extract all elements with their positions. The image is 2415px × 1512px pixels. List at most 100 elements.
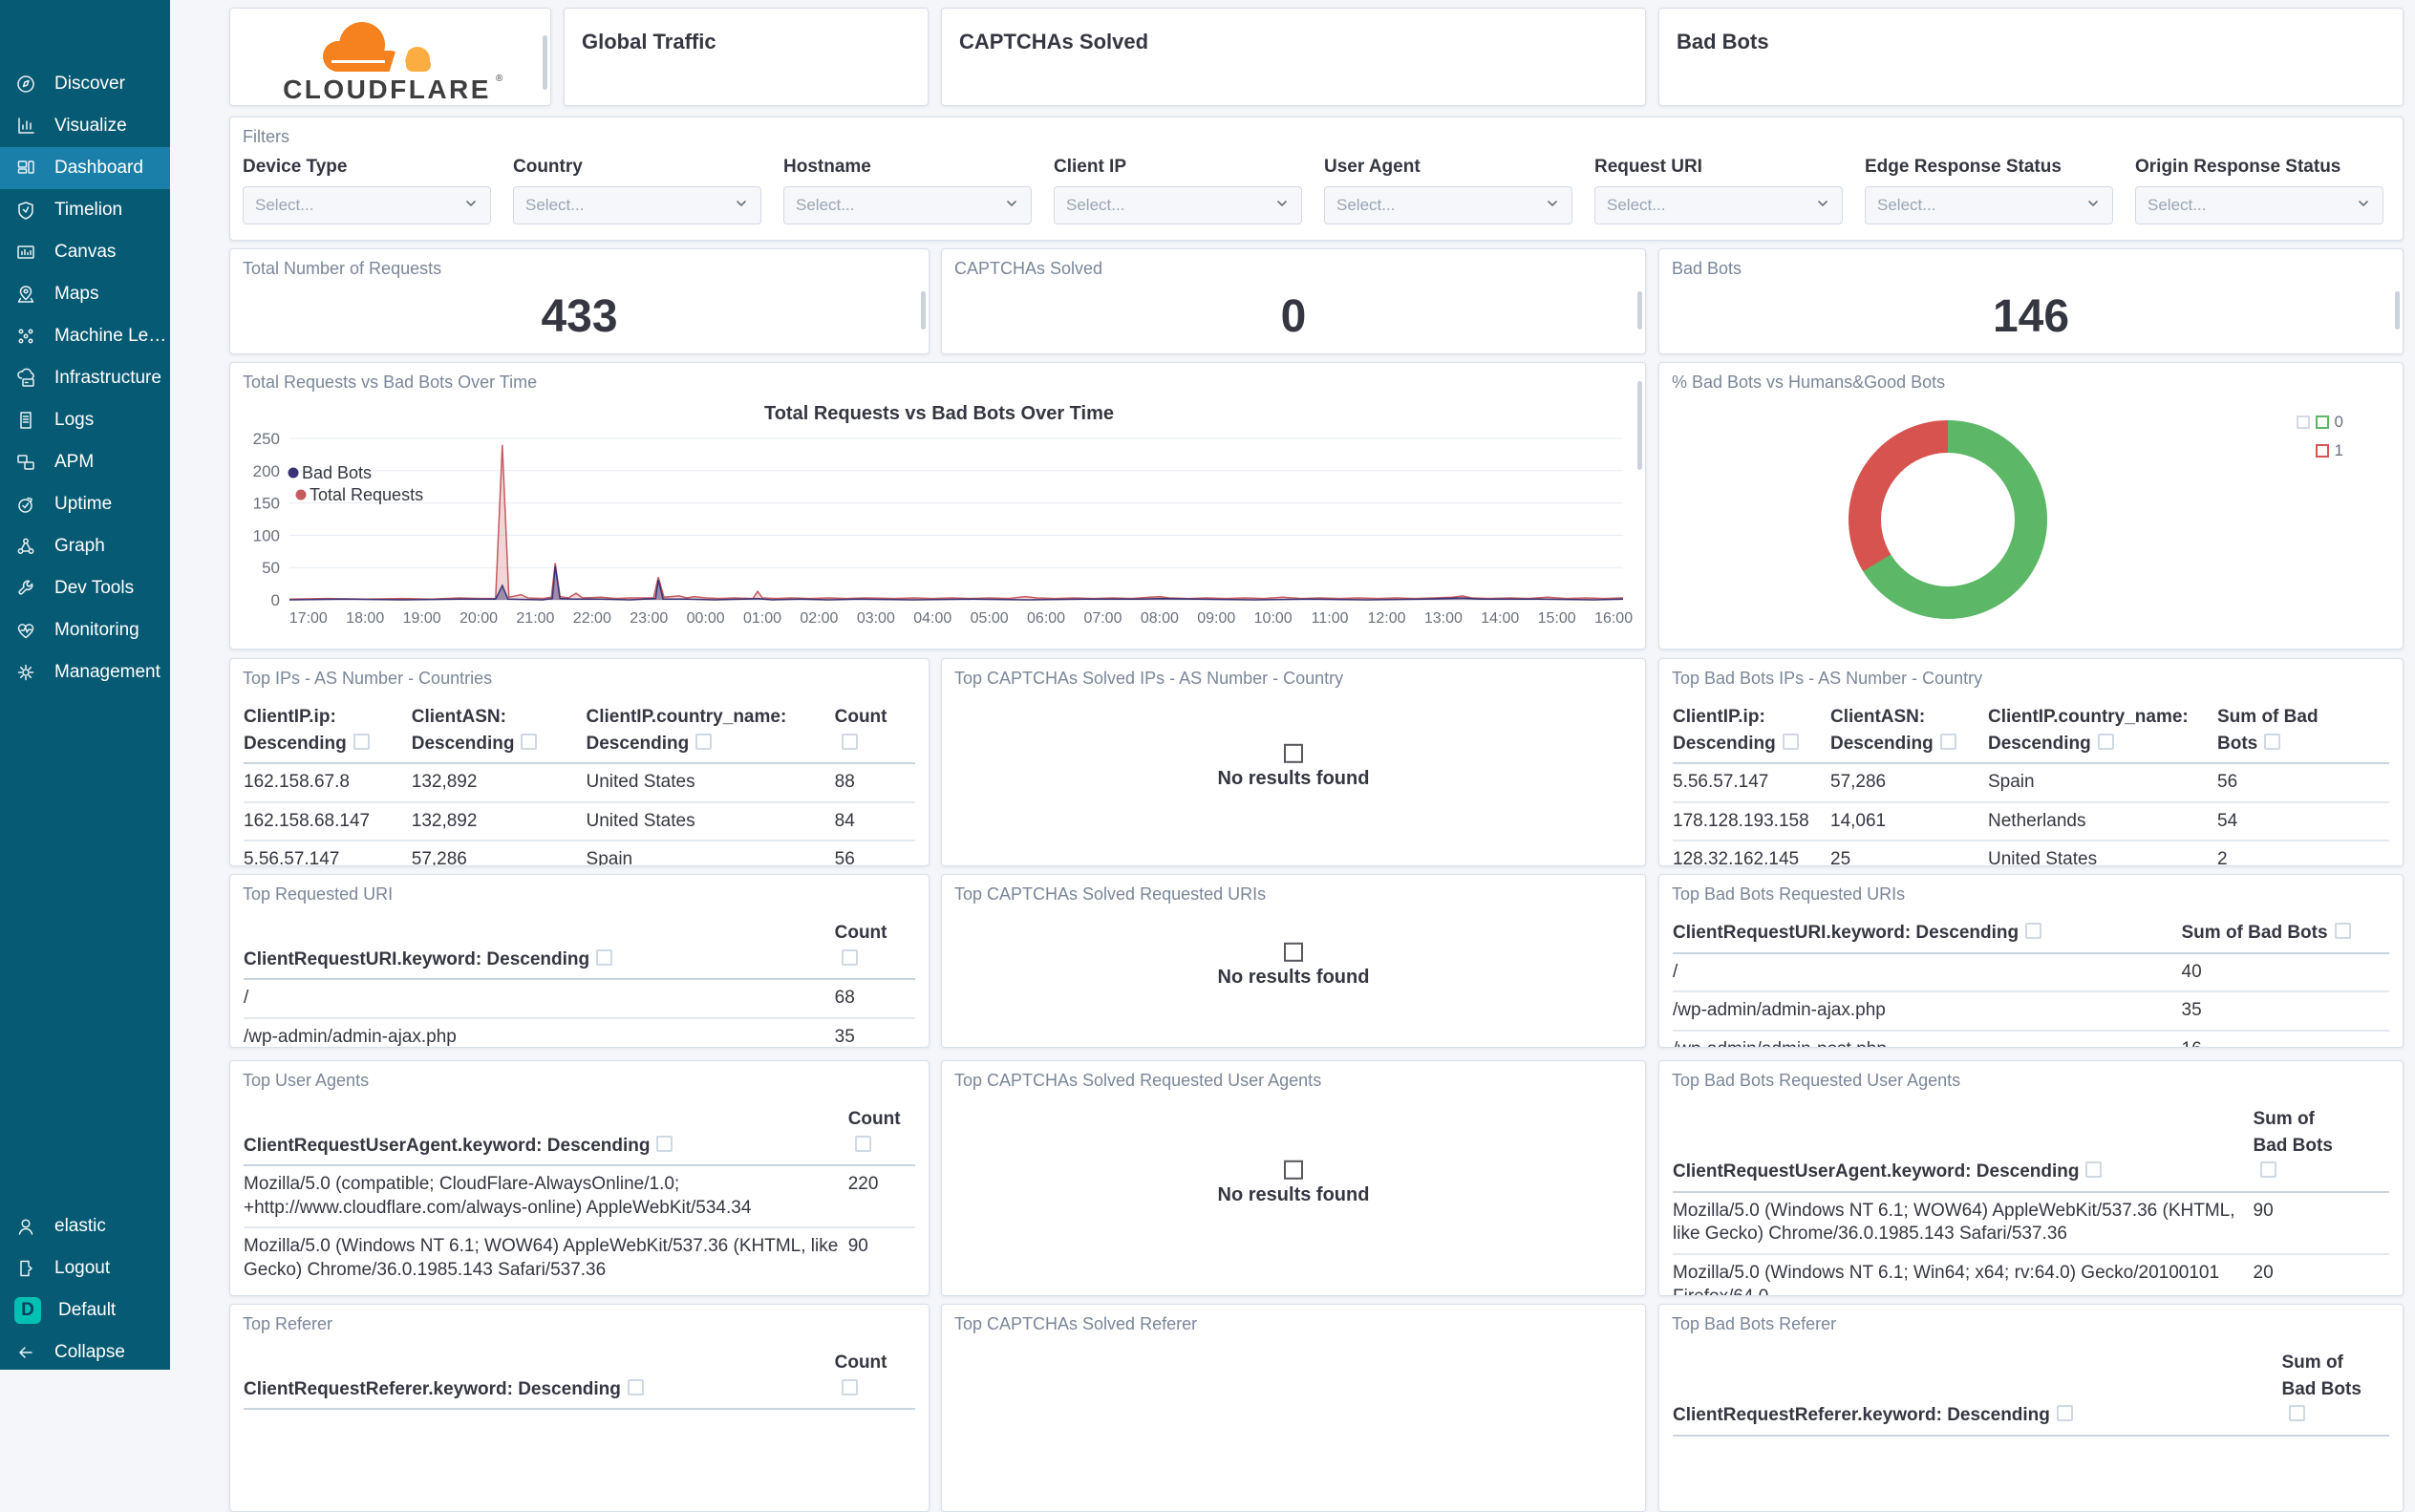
filter-select[interactable]: Select... <box>513 186 761 224</box>
x-axis-tick-label: 07:00 <box>1083 610 1122 627</box>
sidebar-item-default[interactable]: D Default <box>0 1289 170 1331</box>
no-results: No results found <box>942 743 1645 790</box>
sidebar-item-canvas[interactable]: Canvas <box>0 231 170 273</box>
column-header-1[interactable]: ClientRequestReferer.keyword: Descending <box>244 1376 835 1403</box>
series-line-bad-bots <box>289 565 1624 601</box>
column-header-3[interactable]: ClientIP.country_name: Descending <box>1988 704 2217 756</box>
legend-marker[interactable] <box>295 489 307 500</box>
column-header-3[interactable]: ClientIP.country_name: Descending <box>587 704 835 756</box>
sidebar-item-discover[interactable]: Discover <box>0 63 170 105</box>
filter-label: Device Type <box>243 157 348 177</box>
column-header-1[interactable]: ClientRequestURI.keyword: Descending <box>244 947 835 973</box>
column-header-2[interactable]: Count <box>835 920 915 972</box>
legend-label[interactable]: Bad Bots <box>302 463 372 482</box>
machine-learning-icon <box>14 325 37 348</box>
sidebar-item-dashboard[interactable]: Dashboard <box>0 147 170 189</box>
column-header-2[interactable]: Sum of Bad Bots <box>2282 1350 2390 1429</box>
donut-legend-entry-0[interactable]: 0 <box>2296 413 2343 432</box>
sidebar-item-graph[interactable]: Graph <box>0 525 170 567</box>
sidebar-item-monitoring[interactable]: Monitoring <box>0 609 170 651</box>
collapse-arrow-icon <box>14 1341 37 1364</box>
sidebar-item-logout[interactable]: Logout <box>0 1247 170 1289</box>
filter-select[interactable]: Select... <box>783 186 1032 224</box>
select-placeholder: Select... <box>796 196 855 214</box>
sidebar-item-machine-le[interactable]: Machine Le… <box>0 315 170 357</box>
column-header-1[interactable]: ClientIP.ip: Descending <box>244 704 412 756</box>
table-row: / 68 <box>244 980 915 1017</box>
top-requested-uri-panel: Top Requested URI ClientRequestURI.keywo… <box>229 874 930 1048</box>
panel-scrollbar[interactable] <box>543 35 547 90</box>
panel-title: Global Traffic <box>582 30 716 53</box>
filter-select[interactable]: Select... <box>2135 186 2383 224</box>
timelion-icon <box>14 199 37 222</box>
column-header-1[interactable]: ClientRequestURI.keyword: Descending <box>1673 920 2182 947</box>
column-header-2[interactable]: ClientASN: Descending <box>1830 704 1988 756</box>
table-cell: United States <box>586 772 695 793</box>
column-header-2[interactable]: Count <box>848 1106 915 1159</box>
table-row: /wp-admin/admin-ajax.php 35 <box>244 1016 915 1047</box>
table-cell: 128.32.162.145 <box>1673 849 1800 866</box>
table-cell: /wp-admin/admin-ajax.php <box>244 1026 457 1047</box>
sidebar-item-apm[interactable]: APM <box>0 441 170 483</box>
column-header-1[interactable]: ClientRequestUserAgent.keyword: Descendi… <box>1673 1159 2254 1185</box>
sort-checkbox-icon <box>2259 1161 2276 1179</box>
x-axis-tick-label: 00:00 <box>687 610 725 627</box>
column-header-2[interactable]: ClientASN: Descending <box>412 704 587 756</box>
filter-select[interactable]: Select... <box>1054 186 1302 224</box>
table-cell: 54 <box>2217 810 2238 831</box>
metric-value: 0 <box>1280 291 1307 342</box>
table-row: 5.56.57.147 57,286 Spain 56 <box>244 840 915 865</box>
table-cell: 2 <box>2217 849 2228 866</box>
sidebar-item-infrastructure[interactable]: Infrastructure <box>0 357 170 399</box>
filter-select[interactable]: Select... <box>1865 186 2113 224</box>
filter-label: Country <box>513 157 583 177</box>
sidebar-item-maps[interactable]: Maps <box>0 273 170 315</box>
table-row: 162.158.67.8 132,892 United States 88 <box>244 764 915 801</box>
filter-select[interactable]: Select... <box>1594 186 1843 224</box>
table-row: Mozilla/5.0 (compatible; CloudFlare-Alwa… <box>244 1166 915 1226</box>
column-header-2[interactable]: Sum of Bad Bots <box>2254 1106 2390 1185</box>
sidebar-item-management[interactable]: Management <box>0 651 170 693</box>
donut-chart[interactable] <box>1849 420 2047 619</box>
select-placeholder: Select... <box>255 196 314 214</box>
filter-request-uri: Request URI Select... <box>1594 157 1843 224</box>
filter-device-type: Device Type Select... <box>243 157 491 224</box>
column-header-label: ClientRequestURI.keyword: Descending <box>1673 923 2042 943</box>
sort-checkbox-icon <box>2097 733 2114 750</box>
top-bad-bots-user-agents-panel: Top Bad Bots Requested User Agents Clien… <box>1658 1060 2404 1296</box>
sidebar-item-label: elastic <box>54 1216 106 1236</box>
column-header-1[interactable]: ClientIP.ip: Descending <box>1673 704 1830 756</box>
table-cell: 40 <box>2181 961 2202 982</box>
column-header-4[interactable]: Count <box>835 704 915 756</box>
table-cell: 35 <box>834 1026 855 1047</box>
table-header-row: ClientRequestURI.keyword: Descending Sum … <box>1673 920 2389 954</box>
filter-select[interactable]: Select... <box>243 186 491 224</box>
panel-scrollbar[interactable] <box>1637 381 1642 470</box>
sidebar-item-timelion[interactable]: Timelion <box>0 189 170 231</box>
chart-title: Total Requests vs Bad Bots Over Time <box>764 403 1114 424</box>
panel-scrollbar[interactable] <box>1637 291 1642 330</box>
graph-icon <box>14 535 37 558</box>
legend-marker[interactable] <box>288 467 299 479</box>
sidebar-item-visualize[interactable]: Visualize <box>0 105 170 147</box>
x-axis-tick-label: 13:00 <box>1424 610 1463 627</box>
sidebar-item-uptime[interactable]: Uptime <box>0 483 170 525</box>
table-cell: / <box>244 988 249 1009</box>
column-header-2[interactable]: Sum of Bad Bots <box>2182 920 2390 947</box>
sidebar-item-logs[interactable]: Logs <box>0 399 170 441</box>
table-cell: 56 <box>2217 772 2238 793</box>
no-results-text: No results found <box>1217 767 1370 789</box>
donut-legend-entry-1[interactable]: 1 <box>2297 441 2343 460</box>
filter-select[interactable]: Select... <box>1324 186 1572 224</box>
sidebar-item-dev-tools[interactable]: Dev Tools <box>0 567 170 609</box>
column-header-1[interactable]: ClientRequestReferer.keyword: Descending <box>1673 1402 2282 1429</box>
column-header-4[interactable]: Sum of Bad Bots <box>2217 704 2389 756</box>
column-header-2[interactable]: Count <box>835 1350 915 1402</box>
panel-scrollbar[interactable] <box>2395 291 2400 330</box>
table-row: 128.32.162.145 25 United States 2 <box>1673 840 2389 866</box>
panel-scrollbar[interactable] <box>921 291 926 330</box>
sidebar-item-collapse[interactable]: Collapse <box>0 1331 170 1374</box>
column-header-1[interactable]: ClientRequestUserAgent.keyword: Descendi… <box>244 1133 848 1160</box>
sidebar-item-elastic[interactable]: elastic <box>0 1205 170 1247</box>
legend-label[interactable]: Total Requests <box>310 485 423 504</box>
